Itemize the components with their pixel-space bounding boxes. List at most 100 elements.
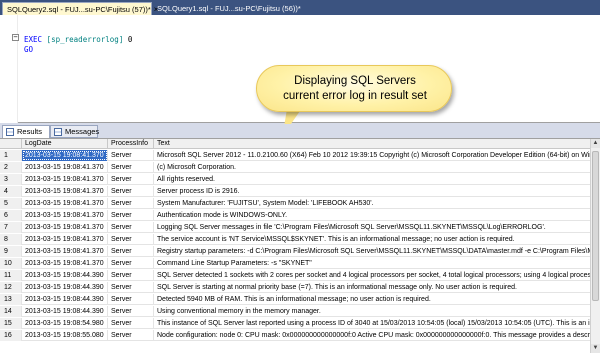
header-logdate[interactable]: LogDate — [22, 139, 108, 149]
row-number-cell[interactable]: 1 — [0, 150, 22, 161]
tab-sqlquery2[interactable]: SQLQuery2.sql - FUJ...su-PC\Fujitsu (57)… — [2, 2, 158, 15]
row-number-cell[interactable]: 14 — [0, 306, 22, 317]
processinfo-cell[interactable]: Server — [108, 330, 154, 341]
processinfo-cell[interactable]: Server — [108, 162, 154, 173]
processinfo-cell[interactable]: Server — [108, 258, 154, 269]
tab-messages[interactable]: Messages — [50, 125, 99, 138]
row-number-cell[interactable]: 2 — [0, 162, 22, 173]
processinfo-cell[interactable]: Server — [108, 318, 154, 329]
row-number-cell[interactable]: 12 — [0, 282, 22, 293]
processinfo-cell[interactable]: Server — [108, 246, 154, 257]
callout-line-1: Displaying SQL Servers — [294, 75, 416, 87]
table-row[interactable]: 12 2013-03-15 19:08:44.390 Server SQL Serve… — [0, 282, 590, 293]
processinfo-cell[interactable]: Server — [108, 198, 154, 209]
logdate-cell[interactable]: 2013-03-15 19:08:55.080 — [22, 330, 108, 341]
text-cell[interactable]: Microsoft SQL Server 2012 - 11.0.2100.60… — [154, 150, 590, 161]
processinfo-cell[interactable]: Server — [108, 306, 154, 317]
logdate-cell[interactable]: 2013-03-15 19:08:41.370 — [22, 186, 108, 197]
logdate-cell[interactable]: 2013-03-15 19:08:44.390 — [22, 282, 108, 293]
row-number-cell[interactable]: 6 — [0, 210, 22, 221]
processinfo-cell[interactable]: Server — [108, 270, 154, 281]
logdate-cell[interactable]: 2013-03-15 19:08:41.370 — [22, 174, 108, 185]
header-processinfo[interactable]: ProcessInfo — [108, 139, 154, 149]
row-number-cell[interactable]: 11 — [0, 270, 22, 281]
processinfo-cell[interactable]: Server — [108, 294, 154, 305]
scroll-down-icon[interactable]: ▼ — [591, 344, 600, 353]
row-number-cell[interactable]: 8 — [0, 234, 22, 245]
text-cell[interactable]: Node configuration: node 0: CPU mask: 0x… — [154, 330, 590, 341]
text-cell[interactable]: The service account is 'NT Service\MSSQL… — [154, 234, 590, 245]
processinfo-cell[interactable]: Server — [108, 234, 154, 245]
row-number-cell[interactable]: 3 — [0, 174, 22, 185]
logdate-cell[interactable]: 2013-03-15 19:08:41.370 — [22, 222, 108, 233]
collapse-icon[interactable]: − — [12, 34, 19, 41]
logdate-cell[interactable]: 2013-03-15 19:08:44.390 — [22, 306, 108, 317]
logdate-cell[interactable]: 2013-03-15 19:08:41.370 — [22, 258, 108, 269]
table-row[interactable]: 5 2013-03-15 19:08:41.370 Server System Man… — [0, 198, 590, 209]
logdate-cell[interactable]: 2013-03-15 19:08:41.370 — [22, 234, 108, 245]
code-line-2[interactable]: GO — [24, 45, 33, 54]
table-row[interactable]: 4 2013-03-15 19:08:41.370 Server Server pro… — [0, 186, 590, 197]
text-cell[interactable]: Registry startup parameters: -d C:\Progr… — [154, 246, 590, 257]
table-row[interactable]: 7 2013-03-15 19:08:41.370 Server Logging SQ… — [0, 222, 590, 233]
processinfo-cell[interactable]: Server — [108, 210, 154, 221]
table-row[interactable]: 15 2013-03-15 19:08:54.980 Server This inst… — [0, 318, 590, 329]
table-row[interactable]: 3 2013-03-15 19:08:41.370 Server All rights… — [0, 174, 590, 185]
text-cell[interactable]: SQL Server is starting at normal priorit… — [154, 282, 590, 293]
processinfo-cell[interactable]: Server — [108, 222, 154, 233]
logdate-cell[interactable]: 2013-03-15 19:08:54.980 — [22, 318, 108, 329]
grid-header: LogDate ProcessInfo Text — [0, 139, 590, 149]
text-cell[interactable]: Detected 5940 MB of RAM. This is an info… — [154, 294, 590, 305]
header-text[interactable]: Text — [154, 139, 590, 149]
processinfo-cell[interactable]: Server — [108, 174, 154, 185]
table-row[interactable]: 11 2013-03-15 19:08:44.390 Server SQL Serve… — [0, 270, 590, 281]
logdate-cell[interactable]: 2013-03-15 19:08:41.370 — [22, 150, 108, 161]
text-cell[interactable]: System Manufacturer: 'FUJITSU', System M… — [154, 198, 590, 209]
text-cell[interactable]: This instance of SQL Server last reporte… — [154, 318, 590, 329]
row-number-cell[interactable]: 7 — [0, 222, 22, 233]
tab-sqlquery1[interactable]: SQLQuery1.sql - FUJ...su-PC\Fujitsu (56)… — [153, 2, 303, 15]
logdate-cell[interactable]: 2013-03-15 19:08:44.390 — [22, 270, 108, 281]
text-cell[interactable]: SQL Server detected 1 sockets with 2 cor… — [154, 270, 590, 281]
text-cell[interactable]: (c) Microsoft Corporation. — [154, 162, 590, 173]
text-cell[interactable]: Using conventional memory in the memory … — [154, 306, 590, 317]
row-number-cell[interactable]: 13 — [0, 294, 22, 305]
vertical-scrollbar[interactable]: ▲ ▼ — [590, 139, 600, 353]
code-line-1[interactable]: EXEC [sp_readerrorlog] 0 — [24, 35, 132, 44]
logdate-cell[interactable]: 2013-03-15 19:08:41.370 — [22, 246, 108, 257]
processinfo-cell[interactable]: Server — [108, 282, 154, 293]
table-row[interactable]: 9 2013-03-15 19:08:41.370 Server Registry s… — [0, 246, 590, 257]
table-row[interactable]: 1 2013-03-15 19:08:41.370 Server Microsoft … — [0, 150, 590, 161]
row-number-cell[interactable]: 5 — [0, 198, 22, 209]
text-cell[interactable]: Server process ID is 2916. — [154, 186, 590, 197]
table-row[interactable]: 14 2013-03-15 19:08:44.390 Server Using con… — [0, 306, 590, 317]
processinfo-cell[interactable]: Server — [108, 150, 154, 161]
tab-sqlquery1-label: SQLQuery1.sql - FUJ...su-PC\Fujitsu (56)… — [157, 4, 301, 13]
text-cell[interactable]: Authentication mode is WINDOWS-ONLY. — [154, 210, 590, 221]
row-number-cell[interactable]: 4 — [0, 186, 22, 197]
row-number-cell[interactable]: 10 — [0, 258, 22, 269]
row-number-cell[interactable]: 15 — [0, 318, 22, 329]
table-row[interactable]: 2 2013-03-15 19:08:41.370 Server (c) Micros… — [0, 162, 590, 173]
scroll-thumb[interactable] — [592, 151, 599, 301]
text-cell[interactable]: All rights reserved. — [154, 174, 590, 185]
callout-text: Displaying SQL Servers current error log… — [257, 74, 453, 104]
processinfo-cell[interactable]: Server — [108, 186, 154, 197]
logdate-cell[interactable]: 2013-03-15 19:08:41.370 — [22, 198, 108, 209]
row-number-cell[interactable]: 9 — [0, 246, 22, 257]
scroll-up-icon[interactable]: ▲ — [591, 139, 600, 148]
logdate-cell[interactable]: 2013-03-15 19:08:41.370 — [22, 162, 108, 173]
text-cell[interactable]: Command Line Startup Parameters: -s "SKY… — [154, 258, 590, 269]
text-cell[interactable]: Logging SQL Server messages in file 'C:\… — [154, 222, 590, 233]
logdate-cell[interactable]: 2013-03-15 19:08:41.370 — [22, 210, 108, 221]
results-grid[interactable]: LogDate ProcessInfo Text 1 2013-03-15 19:… — [0, 138, 600, 353]
exec-keyword: EXEC — [24, 35, 43, 44]
tab-results[interactable]: Results — [2, 125, 50, 138]
table-row[interactable]: 16 2013-03-15 19:08:55.080 Server Node conf… — [0, 330, 590, 341]
logdate-cell[interactable]: 2013-03-15 19:08:44.390 — [22, 294, 108, 305]
table-row[interactable]: 6 2013-03-15 19:08:41.370 Server Authentica… — [0, 210, 590, 221]
table-row[interactable]: 13 2013-03-15 19:08:44.390 Server Detected … — [0, 294, 590, 305]
table-row[interactable]: 8 2013-03-15 19:08:41.370 Server The servic… — [0, 234, 590, 245]
row-number-cell[interactable]: 16 — [0, 330, 22, 341]
table-row[interactable]: 10 2013-03-15 19:08:41.370 Server Command L… — [0, 258, 590, 269]
